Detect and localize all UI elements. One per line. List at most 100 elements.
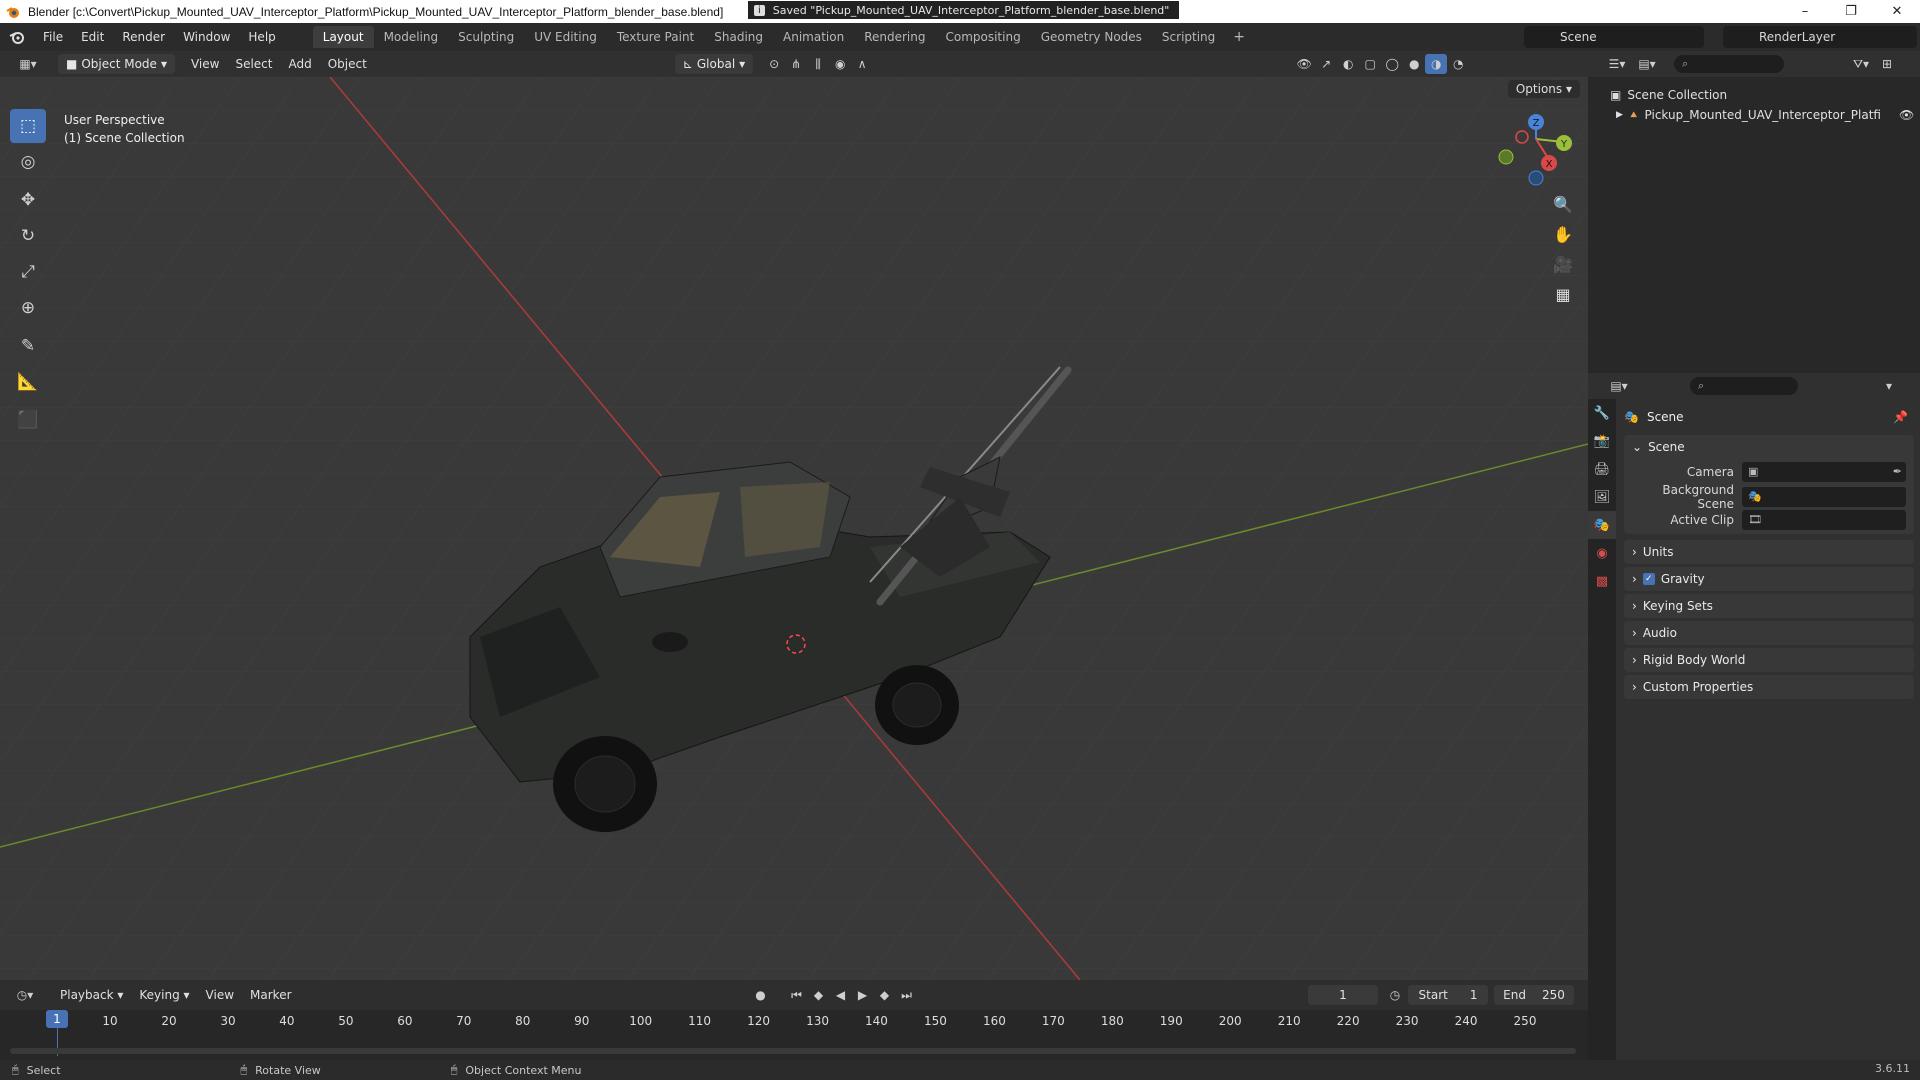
jump-start-icon[interactable]: ⏮ bbox=[786, 985, 808, 1005]
menu-playback[interactable]: Playback ▾ bbox=[52, 988, 131, 1002]
properties-options-icon[interactable]: ▾ bbox=[1878, 376, 1900, 396]
annotate-tool-icon[interactable]: ✎ bbox=[10, 329, 46, 363]
background-scene-field[interactable]: 🎭 bbox=[1742, 486, 1906, 507]
keying-sets-panel[interactable]: › Keying Sets bbox=[1624, 594, 1914, 618]
blender-menu-icon[interactable] bbox=[0, 29, 34, 45]
pivot-icon[interactable]: ⊙ bbox=[763, 54, 785, 74]
output-properties-icon[interactable]: 🖨 bbox=[1588, 455, 1616, 483]
render-layer-selector[interactable]: RenderLayer bbox=[1723, 26, 1917, 48]
tab-texture-paint[interactable]: Texture Paint bbox=[607, 26, 704, 48]
pin-icon[interactable]: 📌 bbox=[1893, 410, 1908, 424]
outliner-root-row[interactable]: ▣ Scene Collection bbox=[1588, 85, 1920, 105]
pan-hand-icon[interactable]: ✋ bbox=[1548, 219, 1578, 249]
proportional-edit-icon[interactable]: ◉ bbox=[829, 54, 851, 74]
custom-properties-panel[interactable]: › Custom Properties bbox=[1624, 675, 1914, 699]
eyedropper-icon[interactable]: ✒ bbox=[1893, 465, 1902, 478]
end-frame-field[interactable]: End 250 bbox=[1494, 985, 1574, 1005]
snap-icon[interactable]: ⋔ bbox=[785, 54, 807, 74]
snap-target-icon[interactable]: ⫼ bbox=[807, 54, 829, 74]
menu-help[interactable]: Help bbox=[239, 23, 284, 51]
scene-selector[interactable]: Scene bbox=[1524, 26, 1704, 48]
next-keyframe-icon[interactable]: ◆ bbox=[874, 985, 896, 1005]
properties-search-input[interactable]: ⌕ bbox=[1690, 377, 1798, 395]
tab-shading[interactable]: Shading bbox=[704, 26, 773, 48]
gravity-panel[interactable]: › ✓ Gravity bbox=[1624, 567, 1914, 591]
falloff-icon[interactable]: ∧ bbox=[851, 54, 873, 74]
outliner-object-row[interactable]: ▶ ⯅ Pickup_Mounted_UAV_Interceptor_Platf… bbox=[1588, 105, 1920, 125]
menu-marker[interactable]: Marker bbox=[242, 988, 299, 1002]
maximize-button[interactable]: ❐ bbox=[1828, 0, 1874, 23]
menu-file[interactable]: File bbox=[34, 23, 72, 51]
overlay-toggle-icon[interactable]: ◐ bbox=[1337, 54, 1359, 74]
tab-geometry-nodes[interactable]: Geometry Nodes bbox=[1031, 26, 1152, 48]
menu-select[interactable]: Select bbox=[227, 57, 280, 71]
3d-viewport[interactable]: Z Y X User Perspective (1) Scene Collect… bbox=[0, 77, 1588, 980]
visibility-icon[interactable]: 👁 bbox=[1293, 54, 1315, 74]
tab-animation[interactable]: Animation bbox=[773, 26, 854, 48]
menu-render[interactable]: Render bbox=[113, 23, 174, 51]
tab-rendering[interactable]: Rendering bbox=[854, 26, 935, 48]
menu-keying[interactable]: Keying ▾ bbox=[131, 988, 197, 1002]
active-clip-field[interactable]: 🎞 bbox=[1742, 509, 1906, 530]
play-icon[interactable]: ▶ bbox=[852, 985, 874, 1005]
playhead-frame[interactable]: 1 bbox=[46, 1010, 68, 1028]
transform-tool-icon[interactable]: ⊕ bbox=[10, 291, 46, 325]
options-dropdown[interactable]: Options ▾ bbox=[1507, 80, 1580, 98]
minimize-button[interactable]: – bbox=[1782, 0, 1828, 23]
menu-object[interactable]: Object bbox=[320, 57, 375, 71]
rotate-tool-icon[interactable]: ↻ bbox=[10, 219, 46, 253]
close-button[interactable]: ✕ bbox=[1874, 0, 1920, 23]
tool-properties-icon[interactable]: 🔧 bbox=[1588, 399, 1616, 427]
timeline-area[interactable]: 1 10 20 30 40 50 60 70 80 90 100 110 120 130 140 150 16… bbox=[0, 1010, 1588, 1060]
tab-layout[interactable]: Layout bbox=[312, 26, 374, 48]
eye-icon[interactable]: 👁 bbox=[1899, 108, 1914, 122]
prev-keyframe-icon[interactable]: ◆ bbox=[808, 985, 830, 1005]
start-frame-field[interactable]: Start 1 bbox=[1408, 985, 1488, 1005]
scene-panel-header[interactable]: ⌄ Scene bbox=[1624, 435, 1914, 459]
tab-compositing[interactable]: Compositing bbox=[935, 26, 1030, 48]
render-properties-icon[interactable]: 📸 bbox=[1588, 427, 1616, 455]
xray-icon[interactable]: ▢ bbox=[1359, 54, 1381, 74]
solid-shading-icon[interactable]: ● bbox=[1403, 54, 1425, 74]
display-mode-icon[interactable]: ▤▾ bbox=[1632, 54, 1662, 74]
record-icon[interactable]: ● bbox=[750, 985, 772, 1005]
rigid-body-world-panel[interactable]: › Rigid Body World bbox=[1624, 648, 1914, 672]
wireframe-shading-icon[interactable]: ◯ bbox=[1381, 54, 1403, 74]
select-box-tool-icon[interactable]: ⬚ bbox=[10, 109, 46, 143]
world-properties-icon[interactable]: ◉ bbox=[1588, 539, 1616, 567]
properties-editor-type-icon[interactable]: ▤▾ bbox=[1604, 376, 1634, 396]
outliner-editor-type-icon[interactable]: ☰▾ bbox=[1602, 54, 1632, 74]
scene-properties-icon[interactable]: 🎭 bbox=[1588, 511, 1616, 539]
filter-icon[interactable]: ⛛▾ bbox=[1846, 54, 1876, 74]
timeline-scrollbar[interactable] bbox=[10, 1048, 1576, 1054]
clock-icon[interactable]: ◷ bbox=[1384, 985, 1406, 1005]
camera-view-icon[interactable]: 🎥 bbox=[1548, 249, 1578, 279]
menu-edit[interactable]: Edit bbox=[72, 23, 113, 51]
rendered-shading-icon[interactable]: ◔ bbox=[1447, 54, 1469, 74]
gravity-checkbox[interactable]: ✓ bbox=[1642, 573, 1655, 585]
expand-arrow-icon[interactable]: ▶ bbox=[1616, 110, 1623, 120]
tab-uv-editing[interactable]: UV Editing bbox=[524, 26, 607, 48]
tab-scripting[interactable]: Scripting bbox=[1152, 26, 1225, 48]
new-collection-icon[interactable]: ⊞ bbox=[1876, 54, 1898, 74]
menu-window[interactable]: Window bbox=[174, 23, 239, 51]
measure-tool-icon[interactable]: 📐 bbox=[10, 365, 46, 399]
move-tool-icon[interactable]: ✥ bbox=[10, 183, 46, 217]
zoom-icon[interactable]: 🔍 bbox=[1548, 189, 1578, 219]
mode-dropdown[interactable]: ■ Object Mode ▾ bbox=[58, 54, 175, 74]
current-frame-field[interactable]: 1 bbox=[1308, 985, 1378, 1005]
add-workspace-icon[interactable]: + bbox=[1225, 29, 1253, 45]
jump-end-icon[interactable]: ⏭ bbox=[896, 985, 918, 1005]
tab-sculpting[interactable]: Sculpting bbox=[448, 26, 524, 48]
cursor-tool-icon[interactable]: ◎ bbox=[10, 145, 46, 179]
ortho-grid-icon[interactable]: ▦ bbox=[1548, 279, 1578, 309]
units-panel[interactable]: › Units bbox=[1624, 540, 1914, 564]
menu-timeline-view[interactable]: View bbox=[198, 988, 242, 1002]
gizmo-toggle-icon[interactable]: ↗ bbox=[1315, 54, 1337, 74]
scale-tool-icon[interactable]: ⤢ bbox=[10, 255, 46, 289]
add-cube-tool-icon[interactable]: ⬛ bbox=[10, 403, 46, 437]
texture-properties-icon[interactable]: ▩ bbox=[1588, 567, 1616, 595]
editor-type-icon[interactable]: ▦▾ bbox=[12, 54, 44, 74]
play-reverse-icon[interactable]: ◀ bbox=[830, 985, 852, 1005]
menu-view[interactable]: View bbox=[183, 57, 227, 71]
